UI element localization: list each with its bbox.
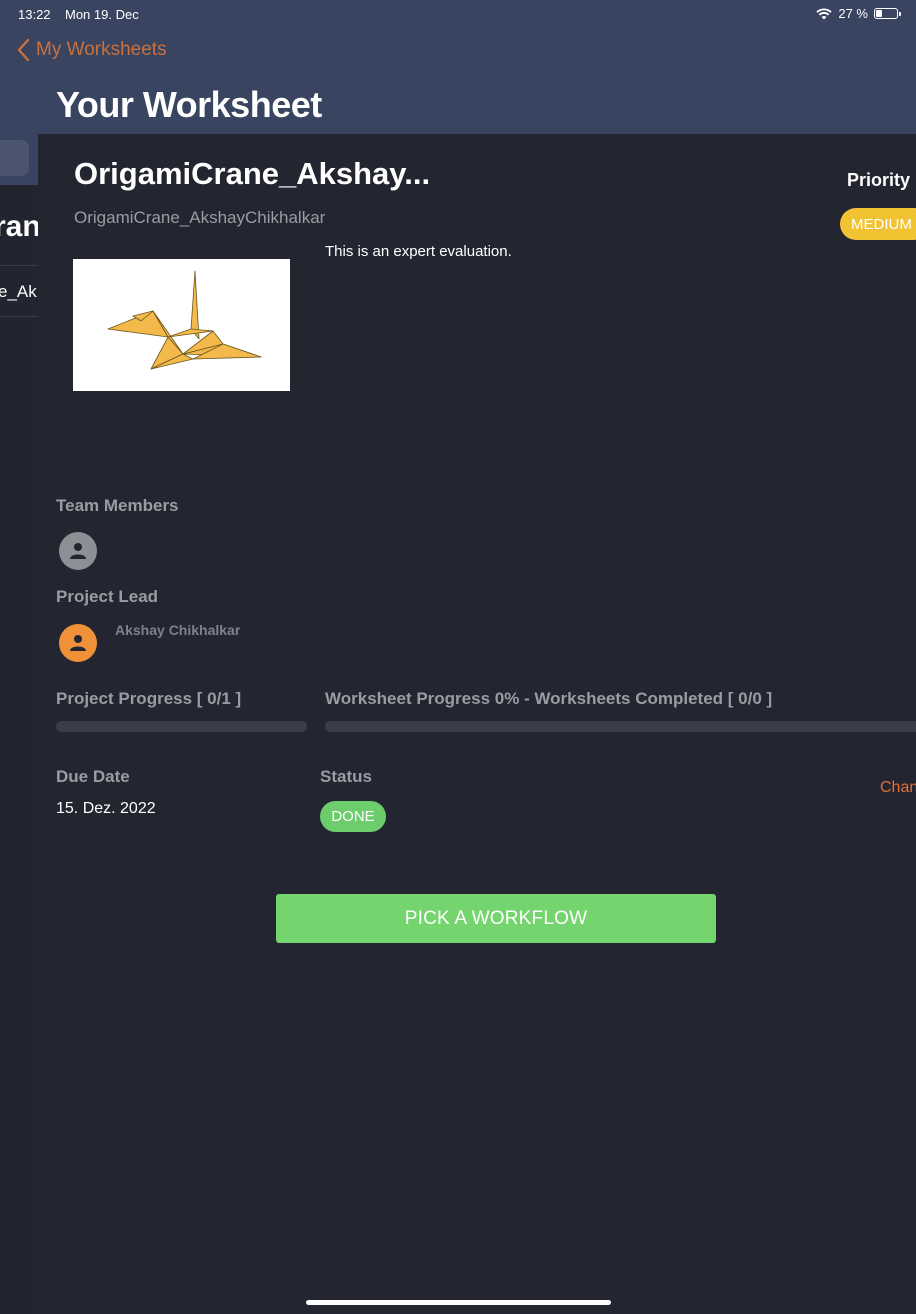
list-divider: [0, 265, 38, 266]
team-member-avatar[interactable]: [59, 532, 97, 570]
worksheet-description: This is an expert evaluation.: [325, 243, 512, 260]
chevron-left-icon: [17, 38, 30, 62]
priority-label: Priority: [847, 170, 911, 190]
worksheet-image: [73, 259, 290, 391]
status-label: Status: [320, 767, 372, 786]
wifi-icon: [816, 7, 832, 19]
change-status-link[interactable]: Chan: [880, 779, 916, 797]
pick-workflow-button[interactable]: PICK A WORKFLOW: [276, 894, 716, 943]
back-button[interactable]: My Worksheets: [16, 38, 167, 62]
origami-crane-image: [107, 270, 262, 370]
person-icon: [70, 543, 86, 559]
project-lead-name: Akshay Chikhalkar: [115, 622, 241, 638]
worksheet-progress-label: Worksheet Progress 0% - Worksheets Compl…: [325, 689, 773, 708]
status-indicators: 27 %: [816, 6, 901, 21]
battery-percentage: 27 %: [838, 6, 868, 21]
due-date-value: 15. Dez. 2022: [56, 800, 156, 817]
list-title-fragment: ran: [0, 210, 41, 243]
worksheet-title: OrigamiCrane_Akshay...: [74, 156, 431, 191]
status-date: Mon 19. Dec: [65, 7, 139, 22]
list-divider: [0, 316, 38, 317]
worksheet-list: [0, 185, 38, 1314]
worksheet-progress-bar: [325, 721, 916, 732]
worksheet-detail-sheet: OrigamiCrane_Akshay... OrigamiCrane_Aksh…: [38, 134, 916, 1314]
back-button-label: My Worksheets: [36, 39, 167, 60]
home-indicator: [306, 1300, 611, 1305]
status-badge: DONE: [320, 801, 386, 832]
page-title: Your Worksheet: [56, 84, 322, 125]
status-time: 13:22: [18, 7, 51, 22]
worksheet-subtitle: OrigamiCrane_AkshayChikhalkar: [74, 208, 326, 227]
person-icon: [70, 635, 86, 651]
team-members-label: Team Members: [56, 496, 179, 515]
search-bar[interactable]: [0, 140, 29, 176]
project-lead-label: Project Lead: [56, 587, 159, 606]
battery-icon: [874, 8, 901, 19]
project-progress-bar: [56, 721, 307, 732]
due-date-label: Due Date: [56, 767, 130, 786]
project-progress-label: Project Progress [ 0/1 ]: [56, 689, 242, 708]
list-item[interactable]: e_Ak: [0, 282, 37, 302]
status-bar: 13:22 Mon 19. Dec 27 %: [0, 0, 916, 28]
project-lead-avatar[interactable]: [59, 624, 97, 662]
priority-badge: MEDIUM: [840, 208, 916, 240]
